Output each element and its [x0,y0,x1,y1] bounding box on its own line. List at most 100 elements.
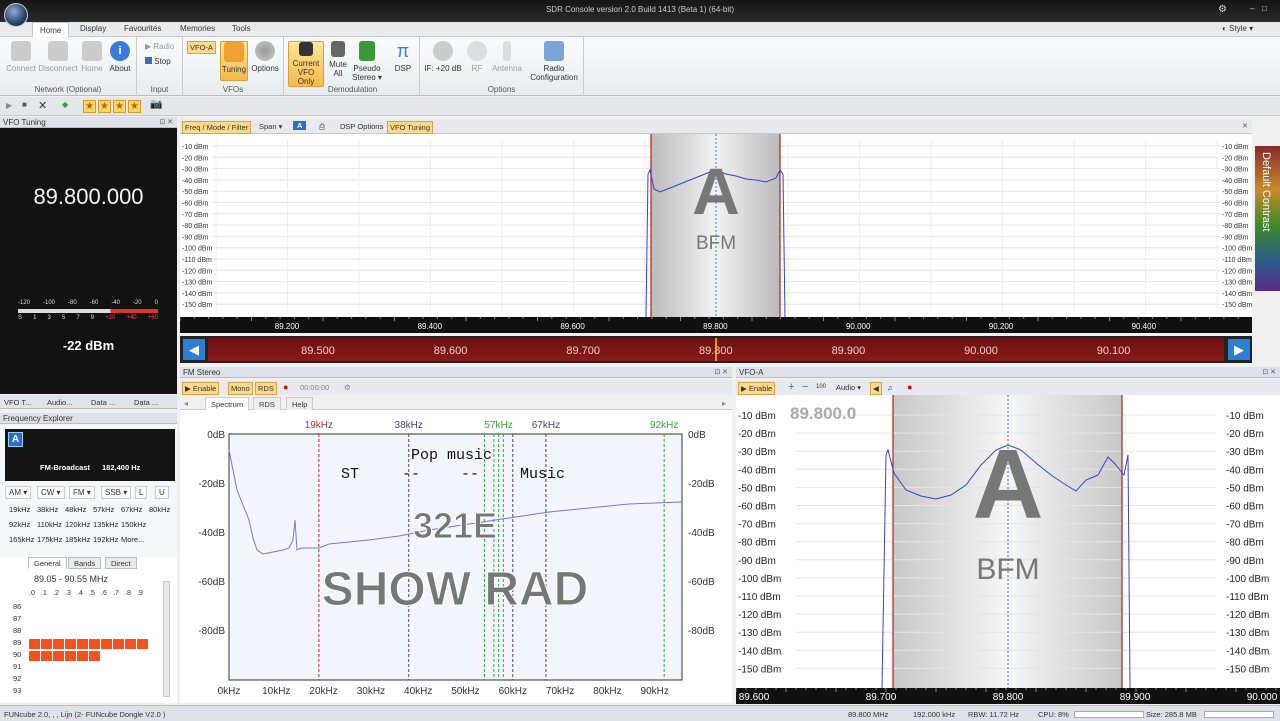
scroll-right-button[interactable]: ▶ [1228,339,1250,360]
dsp-options-button[interactable]: DSP Options [338,121,385,132]
vfo-a-badge[interactable]: VFO-A [187,41,216,54]
home-button[interactable]: Home [80,41,104,73]
record-icon[interactable]: ● [905,381,914,393]
tab-home[interactable]: Home [32,22,70,38]
band-grid-cell[interactable] [65,639,76,649]
tab-audio[interactable]: Audio... [47,398,72,407]
stop-button[interactable]: Stop [145,57,171,66]
tab-tools[interactable]: Tools [232,24,251,33]
antenna-button[interactable]: Antenna [490,41,524,73]
bandwidth-preset-button[interactable]: 150kHz [121,520,146,529]
close-icon[interactable]: ✕ [1242,122,1248,130]
bandwidth-preset-button[interactable]: 92kHz [9,520,30,529]
close-icon[interactable]: ✕ [38,99,47,112]
mode-am-select[interactable]: AM ▾ [5,486,32,499]
span-dropdown[interactable]: Span ▾ [257,121,284,132]
print-icon[interactable]: ⎙ [317,121,327,133]
bandwidth-preset-button[interactable]: 19kHz [9,505,30,514]
tab-memories[interactable]: Memories [180,24,215,33]
bandwidth-preset-button[interactable]: 120kHz [65,520,90,529]
favourite-star-icon[interactable]: ★ [113,100,126,113]
favourite-star-icon[interactable]: ★ [128,100,141,113]
bandwidth-preset-button[interactable]: 192kHz [93,535,118,544]
tab-vfo-tuning[interactable]: VFO T... [4,398,31,407]
band-grid-cell[interactable] [65,651,76,661]
bandwidth-preset-button[interactable]: 135kHz [93,520,118,529]
zoom-in-icon[interactable]: + [786,380,796,394]
band-grid-cell[interactable] [89,651,100,661]
minimize-button[interactable]: ‒ [1250,4,1254,13]
about-button[interactable]: i About [107,41,133,73]
mode-cw-select[interactable]: CW ▾ [37,486,65,499]
band-grid-cell[interactable] [113,639,124,649]
band-grid-cell[interactable] [77,651,88,661]
maximize-button[interactable]: □ [1262,4,1267,13]
band-grid-cell[interactable] [41,651,52,661]
band-grid-cell[interactable] [77,639,88,649]
bandwidth-preset-button[interactable]: 110kHz [37,520,62,529]
mode-ssb-select[interactable]: SSB ▾ [101,486,132,499]
tabs-left-arrow[interactable]: ◂ [184,399,188,408]
main-frequency-axis[interactable]: 89.200 89.400 89.600 89.800 90.000 90.200 90.4… [179,317,1252,333]
band-grid-cell[interactable] [125,639,136,649]
tab-favourites[interactable]: Favourites [124,24,161,33]
vfo-a-button[interactable]: A [293,121,307,130]
current-vfo-only-button[interactable]: Current VFO Only [288,41,324,87]
stop-icon[interactable]: ■ [22,100,27,109]
mono-button[interactable]: Mono [228,382,253,395]
band-grid-cell[interactable] [137,639,148,649]
rf-button[interactable]: RF [466,41,488,73]
dsp-button[interactable]: π DSP [392,41,414,73]
enable-button[interactable]: ▶ Enable [738,382,776,395]
scroll-track[interactable]: 89.50089.60089.70089.80089.90090.00090.1… [208,338,1224,361]
tab-display[interactable]: Display [80,24,106,33]
tab-general[interactable]: General [28,557,67,569]
band-grid-cell[interactable] [53,639,64,649]
frequency-scroll-bar[interactable]: ◀ 89.50089.60089.70089.80089.90090.00090… [180,336,1252,363]
speaker-icon[interactable]: ◀ [870,382,882,395]
close-icon[interactable]: ⊡ ✕ [714,367,728,378]
band-grid-cell[interactable] [41,639,52,649]
mode-usb-button[interactable]: U [155,486,169,499]
style-menu[interactable]: ◐ Style ▾ [1222,24,1253,33]
radio-button[interactable]: ▶ Radio [145,42,174,51]
bandwidth-preset-button[interactable]: 80kHz [149,505,170,514]
radio-configuration-button[interactable]: Radio Configuration [526,41,582,82]
tabs-right-arrow[interactable]: ▸ [722,399,726,408]
vfo-a-frequency-axis[interactable]: 89.600 89.700 89.800 89.900 90.000 [735,688,1280,704]
fm-stereo-spectrum[interactable]: 0dB 0dB -20dB -20dB -40dB -40dB -60dB -60dB -80d… [180,410,732,703]
disconnect-button[interactable]: Disconnect [38,41,78,73]
audio-settings-icon[interactable]: ♫ [885,382,895,393]
tuning-button[interactable]: Tuning [220,41,248,81]
mute-all-button[interactable]: Mute All [326,41,350,78]
vfo-a-badge[interactable]: A [8,432,23,447]
pin-icon[interactable]: ⊡ ✕ [159,117,173,128]
band-grid-cell[interactable] [29,651,40,661]
scroll-left-button[interactable]: ◀ [183,339,205,360]
band-grid-cell[interactable] [29,639,40,649]
gear-icon[interactable]: ⚙ [1218,4,1227,15]
vfo-a-spectrum[interactable]: -10 dBm -10 dBm -20 dBm -20 dBm -30 dBm -30 d… [736,395,1280,689]
play-icon[interactable]: ▶ [6,101,12,110]
band-grid-cell[interactable] [101,639,112,649]
rds-button[interactable]: RDS [255,382,277,395]
tab-data-2[interactable]: Data ... [134,398,158,407]
audio-dropdown[interactable]: Audio ▾ [834,382,863,393]
record-icon[interactable]: ● [281,381,290,393]
bandwidth-preset-button[interactable]: 67kHz [121,505,142,514]
vfo-frequency-display[interactable]: 89.800.000 [0,184,177,210]
main-spectrum-plot[interactable]: -10 dBm -10 dBm -20 dBm -20 dBm -30 dBm -30 d… [180,134,1252,317]
freq-mode-filter-button[interactable]: Freq / Mode / Filter [182,121,252,134]
close-icon[interactable]: ⊡ ✕ [1262,367,1276,378]
bandwidth-preset-button[interactable]: 38kHz [37,505,58,514]
tab-direct[interactable]: Direct [105,557,137,569]
pseudo-stereo-button[interactable]: Pseudo Stereo ▾ [352,41,382,82]
contrast-slider[interactable]: Default Contrast [1255,146,1280,291]
bandwidth-preset-button[interactable]: 165kHz [9,535,34,544]
vfo-tuning-button[interactable]: VFO Tuning [387,121,434,134]
bandwidth-preset-button[interactable]: 57kHz [93,505,114,514]
tab-data-1[interactable]: Data ... [91,398,115,407]
app-menu-button[interactable] [4,3,28,27]
camera-icon[interactable]: 📷 [150,99,162,110]
favourite-star-icon[interactable]: ★ [83,100,96,113]
